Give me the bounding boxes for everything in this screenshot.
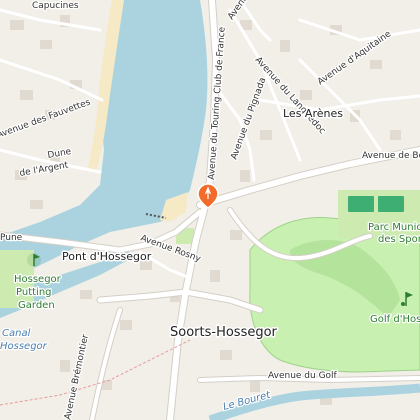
label-les-arenes: Les Arènes: [283, 107, 343, 120]
label-des-sports: des Sport: [378, 234, 420, 245]
label-pune: Pune: [0, 233, 23, 243]
label-av-bo: Avenue de Bo: [362, 151, 420, 161]
label-av-golf: Avenue du Golf: [268, 371, 338, 381]
label-hossegor-putting-2: Putting: [16, 287, 52, 298]
label-soorts-hossegor: Soorts-Hossegor: [170, 325, 278, 340]
label-canal-hossegor: Hossegor: [0, 341, 48, 352]
map[interactable]: Capucines Avenue Avenue d'Aquitaine Aven…: [0, 0, 420, 420]
putting-golf-icon: [27, 253, 41, 267]
label-capucines: Capucines: [32, 1, 79, 11]
label-parc-municipal: Parc Munici: [368, 222, 420, 233]
label-canal: Canal: [2, 328, 31, 339]
label-golf: Golf d'Hos: [370, 314, 420, 325]
sports-pitch-1: [348, 196, 374, 212]
label-hossegor-putting-3: Garden: [18, 300, 55, 311]
sports-pitch-2: [378, 196, 404, 212]
label-hossegor-putting-1: Hossegor: [14, 274, 62, 285]
label-pont-hossegor: Pont d'Hossegor: [62, 250, 152, 263]
